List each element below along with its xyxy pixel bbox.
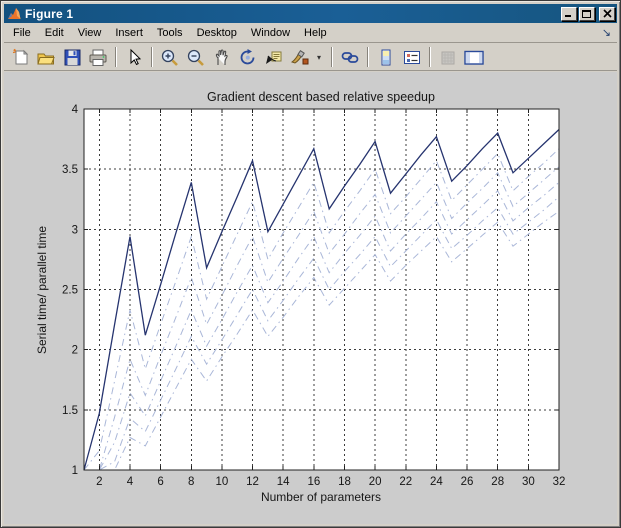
zoom-out-button[interactable] (184, 46, 208, 69)
menu-tools[interactable]: Tools (150, 24, 190, 42)
x-tick-label: 4 (127, 476, 134, 488)
hide-plot-tools-icon (439, 48, 457, 67)
plot-title: Gradient descent based relative speedup (207, 90, 435, 104)
menu-edit[interactable]: Edit (38, 24, 71, 42)
toolbar-separator (367, 47, 369, 67)
matlab-icon (7, 7, 22, 21)
brush-data-icon (290, 48, 310, 67)
rotate-3d-button[interactable] (236, 46, 260, 69)
dropdown-arrow-icon: ▾ (317, 53, 321, 62)
menu-help[interactable]: Help (297, 24, 334, 42)
insert-legend-button[interactable] (400, 46, 424, 69)
print-figure-icon (88, 48, 108, 67)
y-tick-label: 3.5 (62, 164, 78, 176)
data-cursor-button[interactable] (262, 46, 286, 69)
insert-legend-icon (402, 48, 422, 67)
zoom-in-icon (160, 48, 180, 67)
menubar: File Edit View Insert Tools Desktop Wind… (4, 23, 617, 43)
x-axis-label: Number of parameters (261, 490, 381, 504)
new-figure-button[interactable] (8, 46, 32, 69)
menu-view[interactable]: View (71, 24, 109, 42)
window-controls (561, 7, 615, 21)
minimize-button[interactable] (561, 7, 577, 21)
y-tick-label: 1 (72, 465, 78, 477)
y-tick-label: 2.5 (62, 285, 78, 297)
zoom-in-button[interactable] (158, 46, 182, 69)
plot-axes: 246810121416182022242628303211.522.533.5… (4, 72, 619, 526)
menu-file[interactable]: File (6, 24, 38, 42)
figure-toolbar: ▾ (4, 44, 617, 71)
data-cursor-icon (264, 48, 284, 67)
x-tick-label: 18 (338, 476, 351, 488)
minimize-icon (564, 9, 574, 18)
x-tick-label: 20 (369, 476, 382, 488)
new-figure-icon (11, 48, 30, 67)
x-tick-label: 26 (461, 476, 474, 488)
save-figure-button[interactable] (60, 46, 84, 69)
pan-button[interactable] (210, 46, 234, 69)
open-file-icon (36, 48, 56, 67)
x-tick-label: 14 (277, 476, 290, 488)
x-tick-label: 16 (307, 476, 320, 488)
close-button[interactable] (599, 7, 615, 21)
y-tick-label: 3 (72, 224, 78, 236)
edit-plot-button[interactable] (122, 46, 146, 69)
toolbar-separator (151, 47, 153, 67)
x-tick-label: 10 (216, 476, 229, 488)
brush-dropdown-button[interactable]: ▾ (314, 46, 326, 69)
pan-hand-icon (212, 48, 232, 67)
toolbar-separator (331, 47, 333, 67)
rotate-3d-icon (238, 48, 258, 67)
hide-plot-tools-button[interactable] (436, 46, 460, 69)
figure-window: Figure 1 File Edit View Insert Tools Des… (0, 0, 621, 528)
brush-data-button[interactable] (288, 46, 312, 69)
insert-colorbar-icon (377, 48, 395, 67)
x-tick-label: 8 (188, 476, 194, 488)
x-tick-label: 24 (430, 476, 443, 488)
x-tick-label: 32 (553, 476, 566, 488)
x-tick-label: 28 (491, 476, 504, 488)
dock-figure-arrow[interactable]: ↘ (596, 26, 617, 39)
toolbar-separator (115, 47, 117, 67)
maximize-button[interactable] (579, 7, 595, 21)
menu-window[interactable]: Window (244, 24, 297, 42)
open-file-button[interactable] (34, 46, 58, 69)
window-title: Figure 1 (25, 5, 561, 23)
show-plot-tools-button[interactable] (462, 46, 486, 69)
x-tick-label: 12 (246, 476, 259, 488)
edit-plot-cursor-icon (125, 48, 143, 67)
y-tick-label: 4 (72, 104, 79, 116)
x-tick-label: 6 (157, 476, 163, 488)
maximize-icon (582, 9, 592, 18)
y-tick-label: 1.5 (62, 405, 78, 417)
y-axis-label: Serial time/ parallel time (35, 226, 49, 354)
zoom-out-icon (186, 48, 206, 67)
titlebar[interactable]: Figure 1 (4, 4, 617, 23)
show-plot-tools-icon (463, 48, 485, 67)
figure-canvas: 246810121416182022242628303211.522.533.5… (4, 72, 617, 524)
close-icon (603, 9, 612, 18)
toolbar-separator (429, 47, 431, 67)
menu-insert[interactable]: Insert (108, 24, 150, 42)
save-figure-icon (63, 48, 82, 67)
x-tick-label: 22 (399, 476, 412, 488)
x-tick-label: 30 (522, 476, 535, 488)
menu-desktop[interactable]: Desktop (190, 24, 244, 42)
print-figure-button[interactable] (86, 46, 110, 69)
link-plot-icon (340, 48, 360, 67)
y-tick-label: 2 (72, 345, 78, 357)
x-tick-label: 2 (96, 476, 102, 488)
link-plot-button[interactable] (338, 46, 362, 69)
insert-colorbar-button[interactable] (374, 46, 398, 69)
